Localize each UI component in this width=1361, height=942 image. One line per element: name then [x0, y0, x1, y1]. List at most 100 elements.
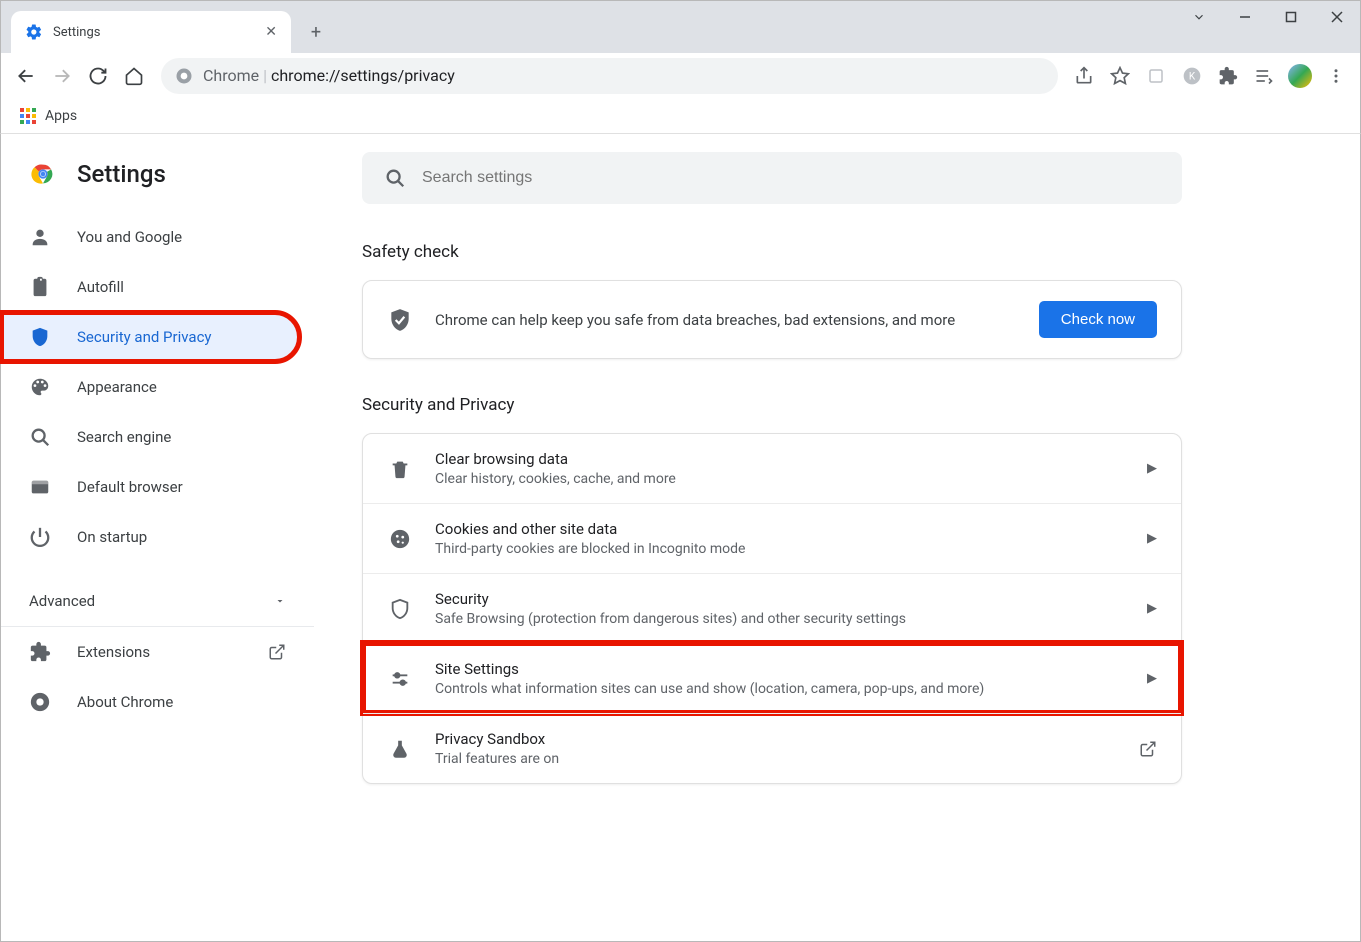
sidebar-about-chrome[interactable]: About Chrome — [1, 677, 314, 727]
sidebar-item-label: Autofill — [77, 278, 124, 296]
sidebar-item-security-privacy[interactable]: Security and Privacy — [1, 312, 300, 362]
brand-row: Settings — [1, 152, 314, 212]
apps-label[interactable]: Apps — [45, 108, 77, 124]
extensions-icon[interactable] — [1212, 59, 1244, 93]
main-content: Safety check Chrome can help keep you sa… — [314, 134, 1360, 941]
search-settings[interactable] — [362, 152, 1182, 204]
safety-check-title: Safety check — [362, 242, 1182, 262]
chrome-page-icon — [175, 67, 193, 85]
sidebar-item-label: Default browser — [77, 478, 183, 496]
search-input[interactable] — [422, 169, 1160, 187]
external-link-icon — [1139, 740, 1157, 758]
sidebar-item-default-browser[interactable]: Default browser — [1, 462, 300, 512]
safety-text: Chrome can help keep you safe from data … — [435, 311, 1017, 329]
sidebar-item-autofill[interactable]: Autofill — [1, 262, 300, 312]
safety-check-card: Chrome can help keep you safe from data … — [362, 280, 1182, 359]
cookie-icon — [387, 526, 413, 552]
about-label: About Chrome — [77, 693, 173, 711]
chrome-logo-icon — [29, 160, 57, 188]
address-bar[interactable]: Chrome | chrome://settings/privacy — [161, 58, 1058, 94]
extension-icon-1[interactable] — [1140, 59, 1172, 93]
sidebar-item-label: Search engine — [77, 428, 171, 446]
sidebar-item-label: Security and Privacy — [77, 328, 212, 346]
row-security[interactable]: Security Safe Browsing (protection from d… — [363, 573, 1181, 643]
reading-list-icon[interactable] — [1248, 59, 1280, 93]
chevron-right-icon: ▶ — [1147, 461, 1157, 476]
row-clear-browsing-data[interactable]: Clear browsing data Clear history, cookie… — [363, 434, 1181, 503]
sidebar-item-label: On startup — [77, 528, 147, 546]
home-button[interactable] — [117, 59, 151, 93]
security-privacy-title: Security and Privacy — [362, 395, 1182, 415]
settings-page: Settings You and Google Autofill Securit… — [0, 134, 1361, 942]
profile-avatar[interactable] — [1284, 59, 1316, 93]
palette-icon — [29, 376, 51, 398]
row-title: Privacy Sandbox — [435, 730, 1117, 748]
star-icon[interactable] — [1104, 59, 1136, 93]
shield-icon — [29, 326, 51, 348]
row-title: Clear browsing data — [435, 450, 1125, 468]
flask-icon — [387, 736, 413, 762]
row-subtitle: Safe Browsing (protection from dangerous… — [435, 611, 1125, 627]
security-privacy-card: Clear browsing data Clear history, cookie… — [362, 433, 1182, 784]
advanced-label: Advanced — [29, 592, 95, 610]
sidebar-item-search-engine[interactable]: Search engine — [1, 412, 300, 462]
browser-icon — [29, 476, 51, 498]
reload-button[interactable] — [81, 59, 115, 93]
bookmarks-bar: Apps — [0, 98, 1361, 134]
sidebar-item-you-and-google[interactable]: You and Google — [1, 212, 300, 262]
search-icon — [384, 167, 406, 189]
shield-check-icon — [387, 307, 413, 333]
menu-icon[interactable] — [1320, 59, 1352, 93]
chevron-right-icon: ▶ — [1147, 531, 1157, 546]
browser-tab[interactable]: Settings ✕ — [11, 11, 291, 53]
svg-text:K: K — [1189, 71, 1196, 82]
row-privacy-sandbox[interactable]: Privacy Sandbox Trial features are on — [363, 713, 1181, 783]
chevron-down-icon[interactable] — [1176, 1, 1222, 33]
sidebar-item-on-startup[interactable]: On startup — [1, 512, 300, 562]
sidebar-extensions[interactable]: Extensions — [1, 627, 314, 677]
close-icon[interactable]: ✕ — [265, 24, 277, 40]
sidebar-item-appearance[interactable]: Appearance — [1, 362, 300, 412]
row-subtitle: Clear history, cookies, cache, and more — [435, 471, 1125, 487]
row-subtitle: Controls what information sites can use … — [435, 681, 1125, 697]
row-title: Security — [435, 590, 1125, 608]
person-icon — [29, 226, 51, 248]
row-title: Cookies and other site data — [435, 520, 1125, 538]
chevron-right-icon: ▶ — [1147, 601, 1157, 616]
row-title: Site Settings — [435, 660, 1125, 678]
share-icon[interactable] — [1068, 59, 1100, 93]
window-close-button[interactable] — [1314, 1, 1360, 33]
apps-icon[interactable] — [19, 107, 37, 125]
sidebar-item-label: Appearance — [77, 378, 157, 396]
gear-icon — [25, 23, 43, 41]
chevron-down-icon — [274, 595, 286, 607]
minimize-button[interactable] — [1222, 1, 1268, 33]
new-tab-button[interactable]: + — [301, 17, 331, 47]
sidebar-advanced[interactable]: Advanced — [1, 576, 314, 627]
trash-icon — [387, 456, 413, 482]
row-site-settings[interactable]: Site Settings Controls what information s… — [363, 643, 1181, 713]
sidebar-item-label: You and Google — [77, 228, 182, 246]
forward-button[interactable] — [45, 59, 79, 93]
shield-icon — [387, 596, 413, 622]
extension-icon-2[interactable]: K — [1176, 59, 1208, 93]
extensions-label: Extensions — [77, 643, 150, 661]
browser-toolbar: Chrome | chrome://settings/privacy K — [0, 53, 1361, 98]
sliders-icon — [387, 666, 413, 692]
search-icon — [29, 426, 51, 448]
row-subtitle: Trial features are on — [435, 751, 1117, 767]
page-title: Settings — [77, 160, 166, 188]
url-text: Chrome | chrome://settings/privacy — [203, 66, 455, 85]
back-button[interactable] — [9, 59, 43, 93]
tab-title: Settings — [53, 25, 265, 40]
puzzle-icon — [29, 641, 51, 663]
chevron-right-icon: ▶ — [1147, 671, 1157, 686]
check-now-button[interactable]: Check now — [1039, 301, 1157, 338]
clipboard-icon — [29, 276, 51, 298]
external-link-icon — [268, 643, 286, 661]
window-controls — [1176, 1, 1360, 33]
maximize-button[interactable] — [1268, 1, 1314, 33]
row-cookies[interactable]: Cookies and other site data Third-party c… — [363, 503, 1181, 573]
chrome-icon — [29, 691, 51, 713]
row-subtitle: Third-party cookies are blocked in Incog… — [435, 541, 1125, 557]
